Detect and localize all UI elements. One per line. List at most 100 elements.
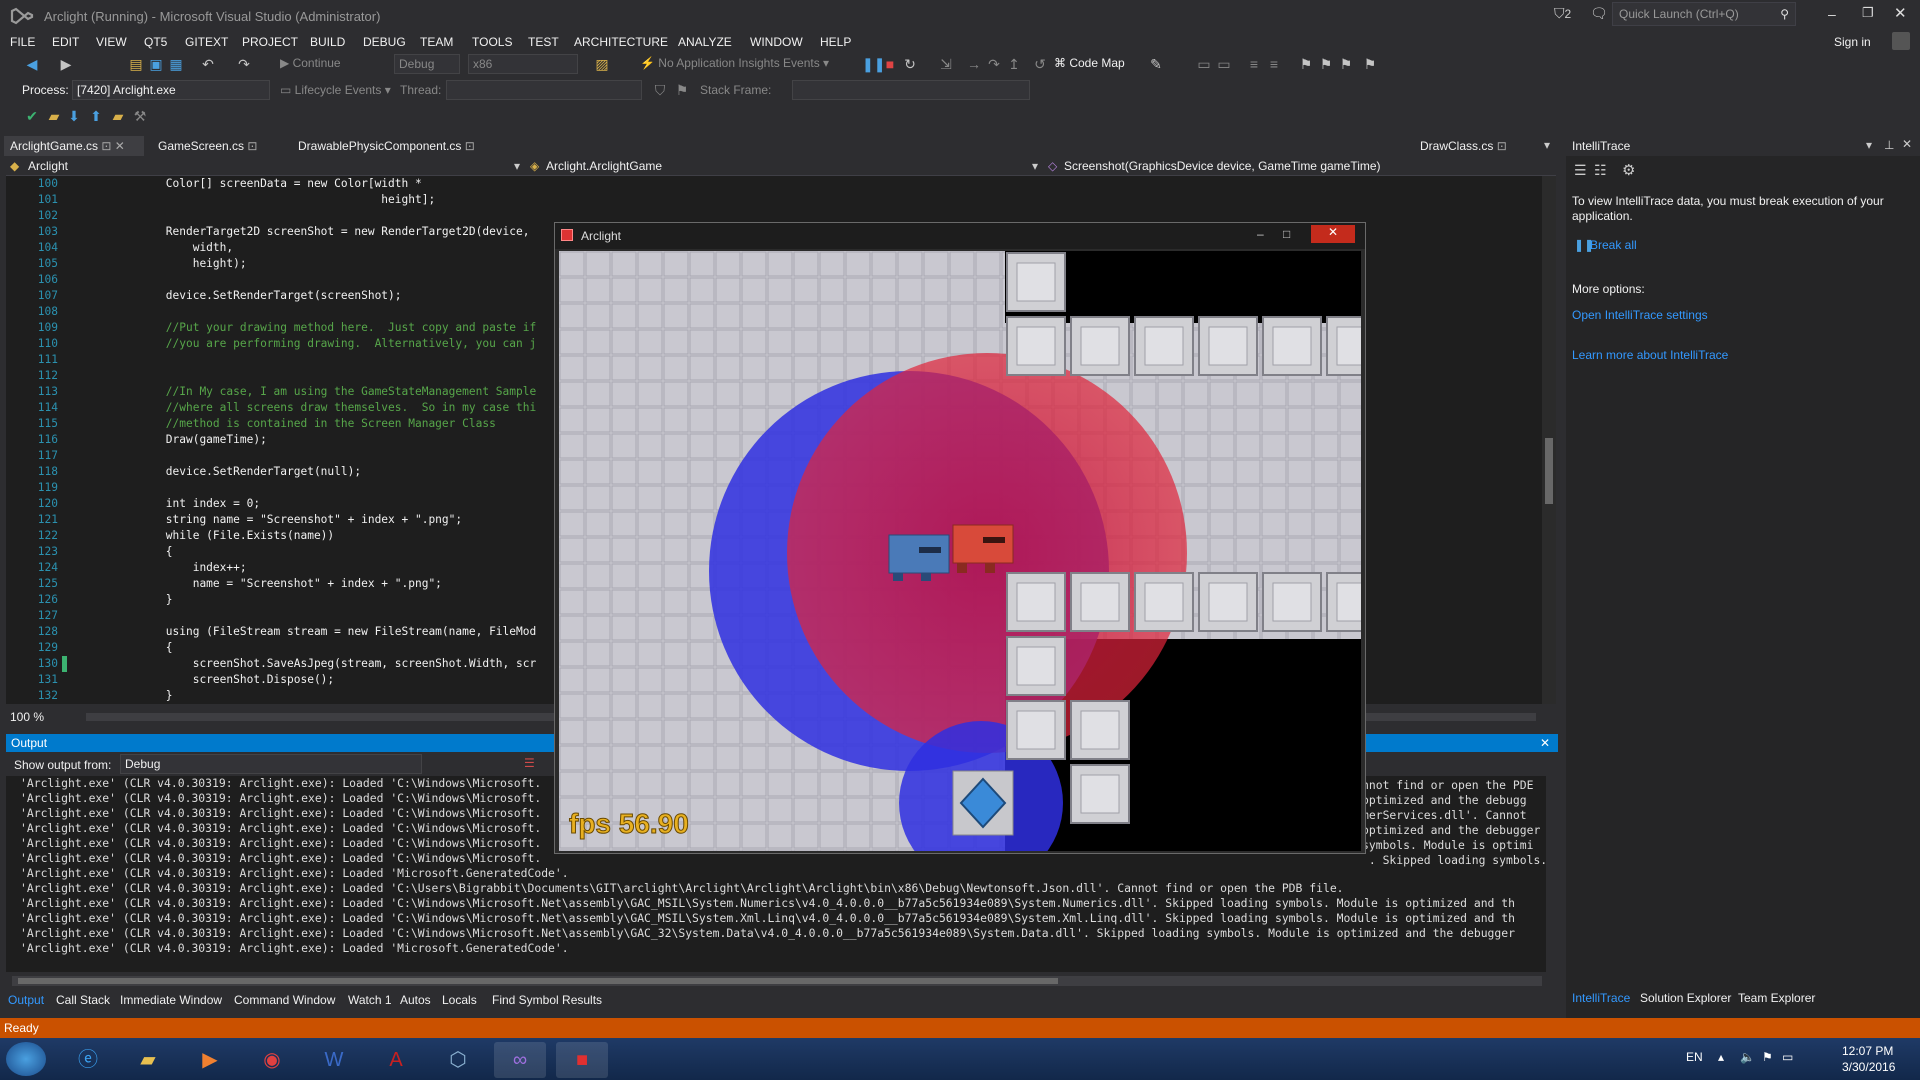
step-over-icon[interactable]: ↷ [986, 56, 1002, 72]
menu-edit[interactable]: EDIT [52, 32, 79, 52]
box-app-icon[interactable]: ⬡ [432, 1042, 484, 1078]
word-icon[interactable]: W [308, 1042, 360, 1078]
attach-icon[interactable]: ▨ [594, 56, 610, 72]
tab-command-window[interactable]: Command Window [234, 990, 335, 1010]
forward-icon[interactable]: ▶ [58, 56, 74, 72]
platform-select[interactable]: x86 [468, 54, 578, 74]
toolbar-icon-a[interactable]: ▭ [1196, 56, 1212, 72]
menu-debug[interactable]: DEBUG [363, 32, 406, 52]
output-source-select[interactable]: Debug [120, 754, 422, 774]
clock-date[interactable]: 3/30/2016 [1842, 1060, 1895, 1074]
diagnostics-icon[interactable]: ✎ [1148, 56, 1164, 72]
volume-icon[interactable]: 🔈 [1740, 1050, 1755, 1064]
game-window[interactable]: Arclight – □ ✕ fps 56.90 [554, 222, 1366, 854]
acrobat-icon[interactable]: A [370, 1042, 422, 1078]
menu-architecture[interactable]: ARCHITECTURE [574, 32, 668, 52]
filter-threads-icon[interactable]: ⛉ [652, 82, 668, 98]
git-settings-icon[interactable]: ⚒ [132, 108, 148, 124]
close-tab-icon[interactable]: ✕ [115, 139, 125, 153]
tab-immediate-window[interactable]: Immediate Window [120, 990, 222, 1010]
restore-button[interactable]: ❐ [1862, 5, 1874, 21]
close-button[interactable]: ✕ [1894, 4, 1907, 22]
menu-test[interactable]: TEST [528, 32, 559, 52]
tab-team-explorer[interactable]: Team Explorer [1738, 991, 1815, 1005]
tab-watch-1[interactable]: Watch 1 [348, 990, 392, 1010]
language-indicator[interactable]: EN [1686, 1050, 1703, 1064]
prev-bookmark-icon[interactable]: ⚑ [1318, 56, 1334, 72]
network-icon[interactable]: ▭ [1782, 1050, 1793, 1064]
menu-view[interactable]: VIEW [96, 32, 127, 52]
folder-icon[interactable]: ▰ [46, 108, 62, 124]
tab-gamescreen[interactable]: GameScreen.cs ⊡ [152, 136, 263, 156]
refresh-icon[interactable]: ↺ [1032, 56, 1048, 72]
list-view-icon[interactable]: ☰ [1574, 162, 1587, 179]
lifecycle-events-button[interactable]: ▭ Lifecycle Events ▾ [280, 83, 391, 97]
tab-drawclass[interactable]: DrawClass.cs ⊡ [1414, 136, 1513, 156]
clear-bookmarks-icon[interactable]: ⚑ [1362, 56, 1378, 72]
menu-build[interactable]: BUILD [310, 32, 345, 52]
nav-project-select[interactable]: Arclight [28, 159, 68, 173]
thread-select[interactable] [446, 80, 642, 100]
back-icon[interactable]: ◀ [24, 56, 40, 72]
tab-intellitrace[interactable]: IntelliTrace [1572, 991, 1630, 1005]
menu-window[interactable]: WINDOW [750, 32, 803, 52]
tab-output[interactable]: Output [8, 990, 44, 1010]
menu-tools[interactable]: TOOLS [472, 32, 512, 52]
save-all-icon[interactable]: ▦ [168, 56, 184, 72]
configuration-select[interactable]: Debug [394, 54, 460, 74]
vertical-scrollbar[interactable] [1542, 176, 1556, 704]
outdent-icon[interactable]: ≡ [1266, 56, 1282, 72]
arclight-taskbar-icon[interactable]: ■ [556, 1042, 608, 1078]
open-file-icon[interactable]: ▤ [128, 56, 144, 72]
indent-icon[interactable]: ≡ [1246, 56, 1262, 72]
maximize-button[interactable]: □ [1283, 227, 1290, 241]
pause-icon[interactable]: ❚❚ [862, 56, 885, 72]
push-icon[interactable]: ⬆ [88, 108, 104, 124]
tab-find-symbol-results[interactable]: Find Symbol Results [492, 990, 602, 1010]
chrome-icon[interactable]: ◉ [246, 1042, 298, 1078]
bookmark-icon[interactable]: ⚑ [1298, 56, 1314, 72]
app-insights-button[interactable]: ⚡ No Application Insights Events ▾ [640, 56, 829, 70]
branches-icon[interactable]: ▰ [110, 108, 126, 124]
close-icon[interactable]: ✕ [1540, 734, 1550, 752]
pull-icon[interactable]: ⬇ [66, 108, 82, 124]
scrollbar-thumb[interactable] [1545, 438, 1553, 504]
minimize-button[interactable]: – [1257, 227, 1264, 241]
menu-help[interactable]: HELP [820, 32, 851, 52]
quick-launch-input[interactable]: Quick Launch (Ctrl+Q) ⚲ [1612, 2, 1796, 26]
process-select[interactable]: [7420] Arclight.exe [72, 80, 270, 100]
sign-in-link[interactable]: Sign in [1834, 32, 1871, 52]
nav-class-select[interactable]: Arclight.ArclightGame [546, 159, 662, 173]
step-out-icon[interactable]: ↥ [1006, 56, 1022, 72]
check-icon[interactable]: ✔ [24, 108, 40, 124]
game-canvas[interactable]: fps 56.90 [559, 251, 1361, 851]
calls-view-icon[interactable]: ☷ [1594, 162, 1607, 179]
tab-locals[interactable]: Locals [442, 990, 477, 1010]
close-icon[interactable]: ✕ [1902, 137, 1912, 151]
tray-expand-icon[interactable]: ▴ [1718, 1050, 1724, 1064]
zoom-select[interactable]: 100 % [10, 710, 44, 724]
menu-analyze[interactable]: ANALYZE [678, 32, 732, 52]
menu-gitext[interactable]: GITEXT [185, 32, 228, 52]
file-explorer-icon[interactable]: ▰ [122, 1042, 174, 1078]
tab-solution-explorer[interactable]: Solution Explorer [1640, 991, 1731, 1005]
clock-time[interactable]: 12:07 PM [1842, 1044, 1893, 1058]
internet-explorer-icon[interactable]: ⓔ [62, 1042, 114, 1078]
media-player-icon[interactable]: ▶ [184, 1042, 236, 1078]
start-button[interactable] [6, 1042, 46, 1076]
notifications-button[interactable]: ⛉2 [1554, 5, 1580, 27]
scrollbar-thumb[interactable] [18, 978, 1058, 984]
toolbar-icon-b[interactable]: ▭ [1216, 56, 1232, 72]
minimize-button[interactable]: – [1828, 6, 1836, 22]
intellitrace-settings-link[interactable]: Open IntelliTrace settings [1572, 308, 1708, 322]
tab-call-stack[interactable]: Call Stack [56, 990, 110, 1010]
chevron-down-icon[interactable]: ▾ [1866, 138, 1872, 152]
undo-icon[interactable]: ↶ [200, 56, 216, 72]
redo-icon[interactable]: ↷ [236, 56, 252, 72]
tab-overflow-icon[interactable]: ▾ [1544, 138, 1550, 152]
tab-autos[interactable]: Autos [400, 990, 431, 1010]
feedback-icon[interactable]: 🗨 [1590, 5, 1608, 27]
stop-icon[interactable]: ■ [882, 56, 898, 72]
visual-studio-taskbar-icon[interactable]: ∞ [494, 1042, 546, 1078]
save-icon[interactable]: ▣ [148, 56, 164, 72]
